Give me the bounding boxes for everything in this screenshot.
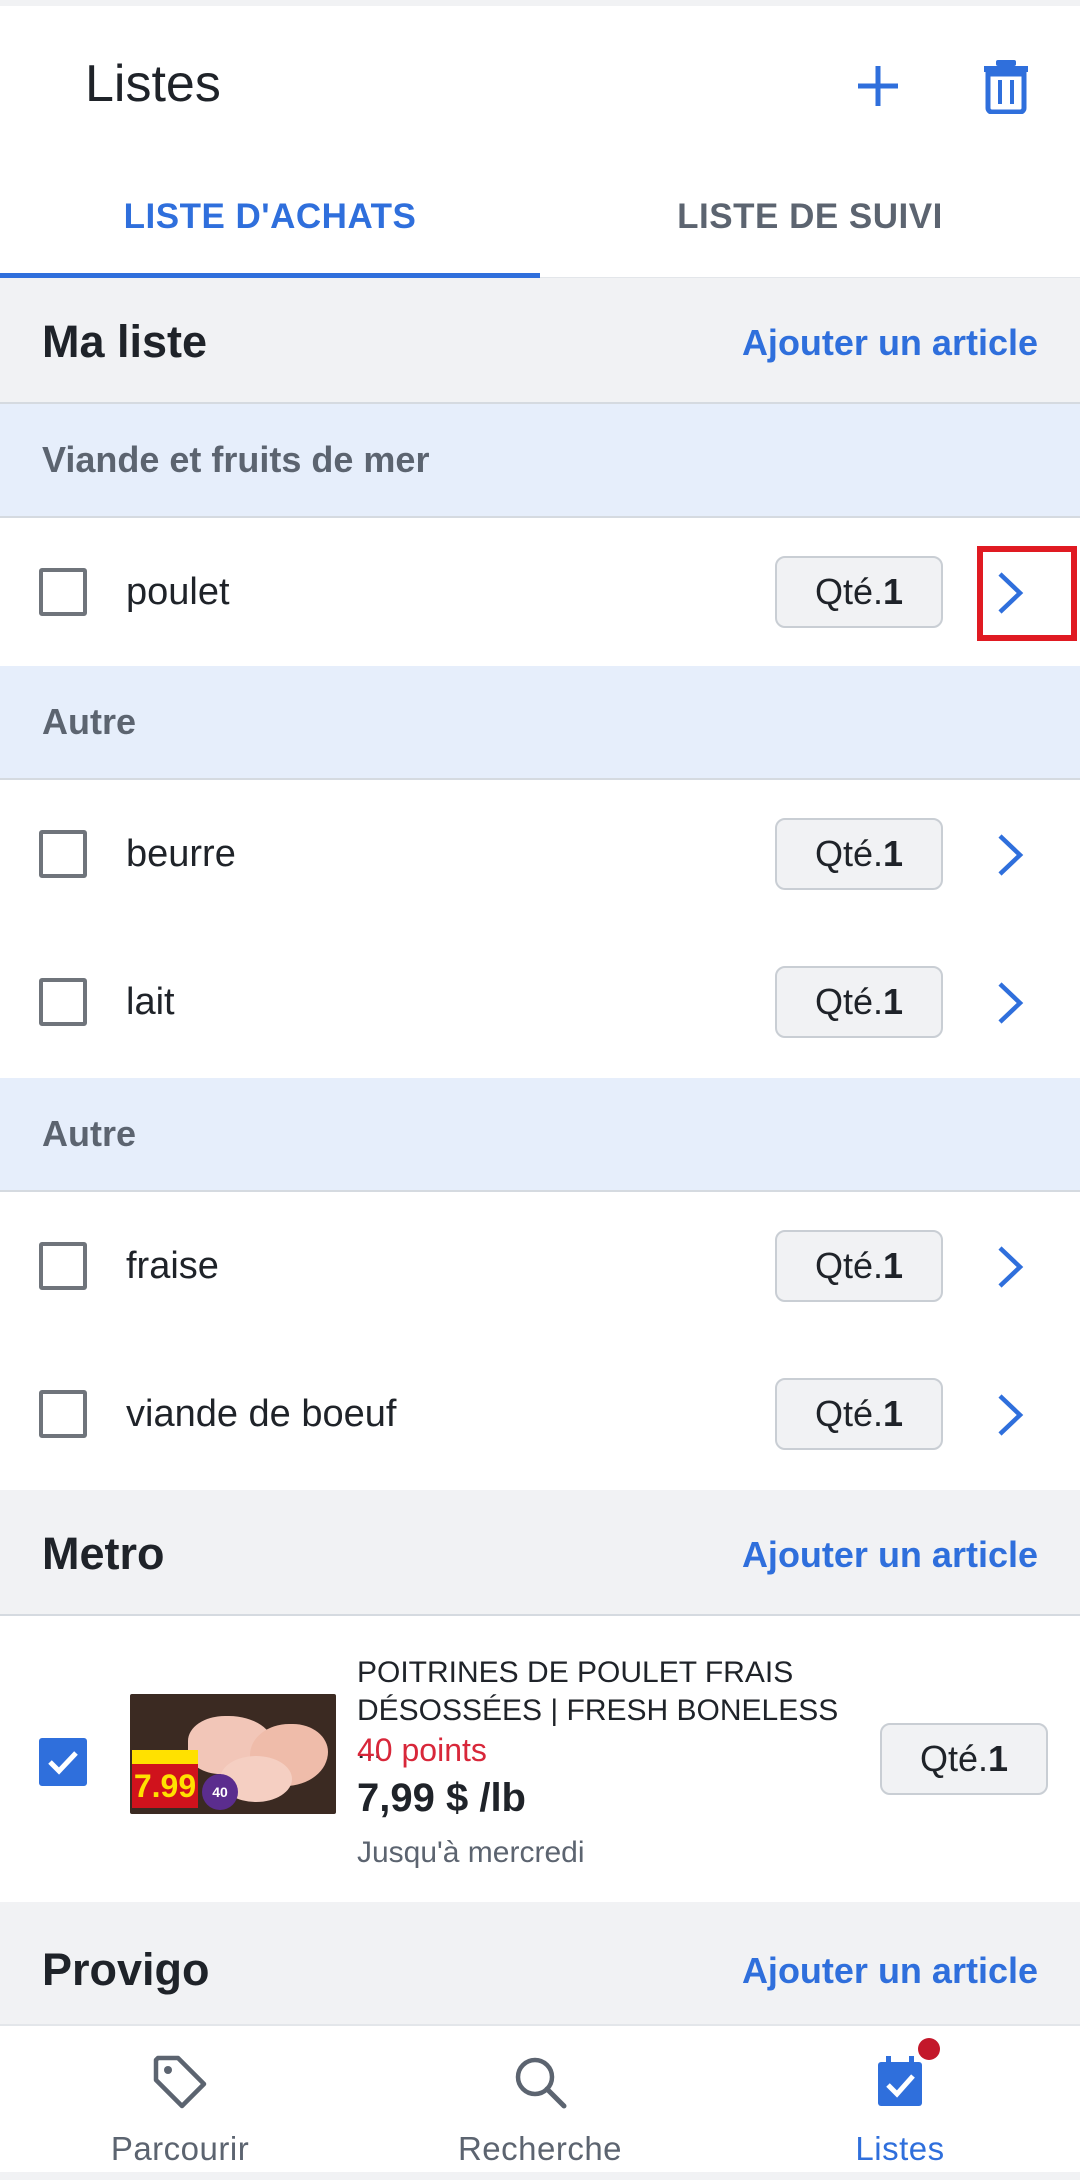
qty-label: Qté.	[814, 833, 883, 874]
image-price-tag: 7.99	[132, 1764, 198, 1808]
section-provigo: Provigo Ajouter un article	[0, 1902, 1080, 2024]
item-checkbox[interactable]	[39, 830, 87, 878]
notification-badge	[918, 2038, 940, 2060]
qty-label: Qté.	[814, 1245, 883, 1286]
app-header: Listes	[0, 6, 1080, 156]
qty-label: Qté.	[814, 571, 883, 612]
add-article-button[interactable]: Ajouter un article	[742, 1950, 1038, 1992]
add-list-button[interactable]	[838, 46, 918, 126]
section-metro: Metro Ajouter un article	[0, 1490, 1080, 1616]
tab-liste-achats[interactable]: LISTE D'ACHATS	[0, 156, 540, 278]
item-checkbox[interactable]	[39, 1242, 87, 1290]
item-detail-button[interactable]	[975, 820, 1045, 890]
flyer-product-item[interactable]: 7.99 40 POITRINES DE POULET FRAIS DÉSOSS…	[0, 1616, 1080, 1902]
list-item[interactable]: fraise Qté. 1	[0, 1192, 1080, 1340]
product-points: 40 points	[357, 1732, 487, 1768]
calendar-check-icon	[878, 2056, 922, 2106]
tag-icon	[153, 2055, 207, 2109]
chevron-right-icon	[998, 982, 1024, 1024]
qty-value: 1	[883, 981, 904, 1022]
item-name: lait	[126, 980, 175, 1023]
category-header: Autre	[0, 666, 1080, 780]
list-item[interactable]: beurre Qté. 1	[0, 780, 1080, 928]
item-checkbox[interactable]	[39, 978, 87, 1026]
category-header: Viande et fruits de mer	[0, 404, 1080, 518]
add-article-button[interactable]: Ajouter un article	[742, 322, 1038, 364]
section-ma-liste: Ma liste Ajouter un article	[0, 278, 1080, 404]
item-name: viande de boeuf	[126, 1392, 397, 1435]
qty-value: 1	[883, 571, 904, 612]
qty-label: Qté.	[814, 981, 883, 1022]
highlight-box	[977, 546, 1077, 641]
plus-icon	[858, 66, 898, 106]
item-checkbox[interactable]	[39, 1738, 87, 1786]
nav-recherche[interactable]: Recherche	[360, 2026, 720, 2180]
tab-liste-suivi[interactable]: LISTE DE SUIVI	[540, 156, 1080, 278]
qty-value: 1	[883, 1245, 904, 1286]
search-icon	[515, 2057, 567, 2109]
section-title: Ma liste	[42, 316, 208, 367]
quantity-button[interactable]: Qté. 1	[775, 556, 943, 628]
product-price: 7,99 $ /lb	[357, 1776, 526, 1820]
nav-listes[interactable]: Listes	[720, 2026, 1080, 2180]
trash-icon	[984, 60, 1028, 114]
delete-list-button[interactable]	[966, 46, 1046, 126]
chevron-right-icon	[998, 1246, 1024, 1288]
category-title: Autre	[42, 701, 137, 742]
item-name: fraise	[126, 1244, 219, 1287]
category-title: Autre	[42, 1113, 137, 1154]
section-title: Metro	[42, 1528, 165, 1579]
gesture-strip	[0, 2172, 1080, 2180]
checkmark-icon	[48, 1751, 78, 1775]
qty-label: Qté.	[919, 1738, 988, 1779]
qty-value: 1	[883, 1393, 904, 1434]
quantity-button[interactable]: Qté. 1	[775, 1230, 943, 1302]
product-validity: Jusqu'à mercredi	[357, 1836, 585, 1869]
quantity-button[interactable]: Qté. 1	[775, 1378, 943, 1450]
item-detail-button[interactable]	[975, 1380, 1045, 1450]
item-name: beurre	[126, 832, 236, 875]
item-checkbox[interactable]	[39, 568, 87, 616]
qty-value: 1	[988, 1738, 1009, 1779]
section-title: Provigo	[42, 1944, 210, 1995]
qty-value: 1	[883, 833, 904, 874]
list-tabs: LISTE D'ACHATS LISTE DE SUIVI	[0, 156, 1080, 278]
image-points-badge: 40	[202, 1774, 238, 1810]
page-title: Listes	[85, 55, 221, 113]
chevron-right-icon	[998, 834, 1024, 876]
category-title: Viande et fruits de mer	[42, 439, 430, 480]
nav-label: Recherche	[457, 2130, 623, 2167]
product-image: 7.99 40	[130, 1694, 336, 1814]
qty-label: Qté.	[814, 1393, 883, 1434]
quantity-button[interactable]: Qté. 1	[880, 1723, 1048, 1795]
add-article-button[interactable]: Ajouter un article	[742, 1534, 1038, 1576]
nav-label: Parcourir	[110, 2130, 250, 2167]
quantity-button[interactable]: Qté. 1	[775, 818, 943, 890]
list-item[interactable]: poulet Qté. 1	[0, 518, 1080, 666]
nav-parcourir[interactable]: Parcourir	[0, 2026, 360, 2180]
item-detail-button[interactable]	[975, 1232, 1045, 1302]
quantity-button[interactable]: Qté. 1	[775, 966, 943, 1038]
item-name: poulet	[126, 570, 230, 613]
item-detail-button[interactable]	[975, 968, 1045, 1038]
bottom-navigation: Parcourir Recherche Listes	[0, 2024, 1080, 2180]
item-checkbox[interactable]	[39, 1390, 87, 1438]
chevron-right-icon	[998, 1394, 1024, 1436]
nav-label: Listes	[855, 2130, 945, 2167]
list-item[interactable]: viande de boeuf Qté. 1	[0, 1340, 1080, 1488]
category-header: Autre	[0, 1078, 1080, 1192]
list-item[interactable]: lait Qté. 1	[0, 928, 1080, 1076]
